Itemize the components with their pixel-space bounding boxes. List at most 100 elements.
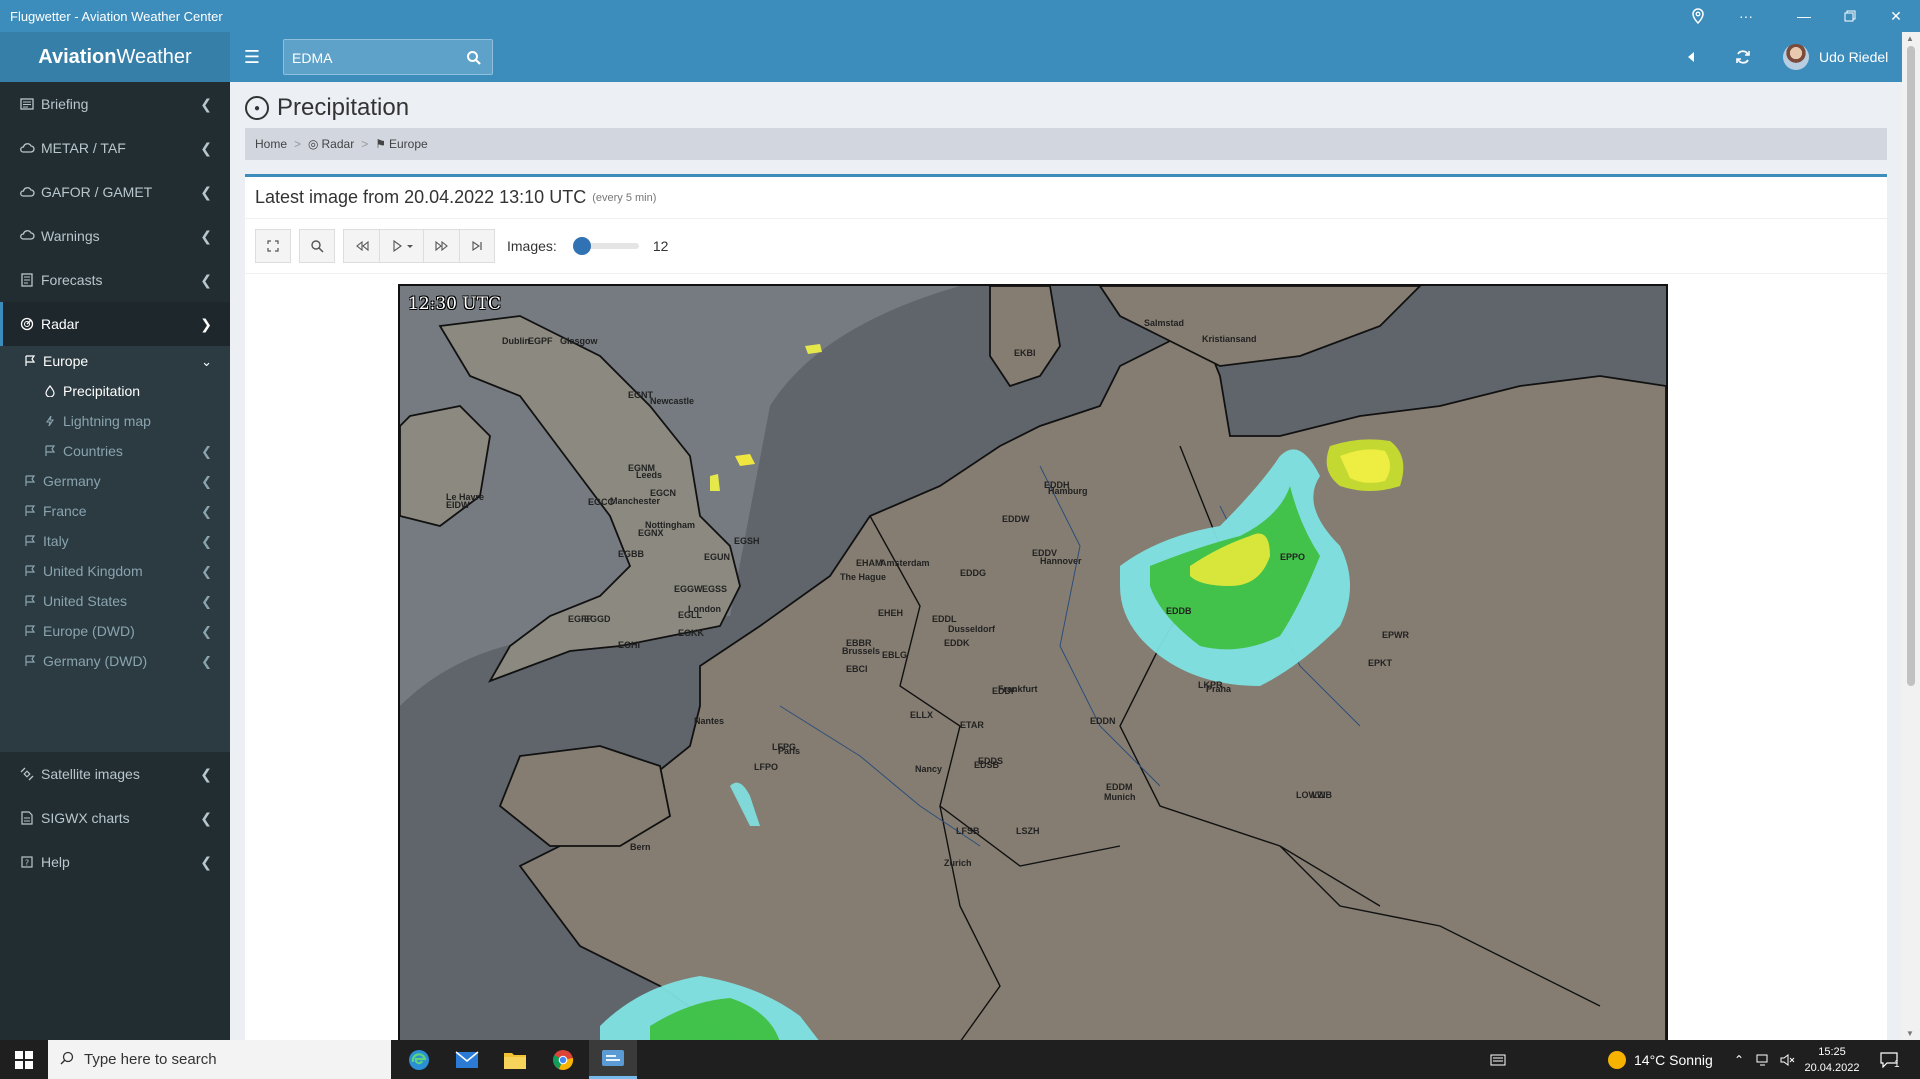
mail-icon[interactable] [443,1040,491,1079]
breadcrumb-radar[interactable]: Radar [322,137,355,151]
hamburger-menu-icon[interactable]: ☰ [240,44,264,70]
sidebar-item-radar[interactable]: Radar ❯ [0,302,230,346]
sidebar-item-countries[interactable]: Countries ❮ [0,436,230,466]
chevron-left-icon: ❮ [200,228,212,244]
refresh-icon[interactable] [1730,44,1756,70]
sidebar-item-germany[interactable]: Germany ❮ [0,466,230,496]
rewind-button[interactable] [343,229,379,263]
main-content: ● Precipitation Home > ◎ Radar > ⚑ Europ… [230,82,1902,1040]
map-label: ELLX [910,710,934,720]
sidebar-item-label: Help [41,854,70,870]
flag-icon [22,595,38,607]
scroll-down-icon[interactable]: ▼ [1906,1029,1914,1038]
chrome-icon[interactable] [539,1040,587,1079]
sidebar-item-help[interactable]: ? Help ❮ [0,840,230,884]
location-pin-icon[interactable] [1676,0,1720,32]
sidebar-item-label: Warnings [41,228,100,244]
search-input[interactable] [292,48,452,68]
search-box [283,39,493,75]
images-count: 12 [652,238,669,254]
chevron-left-icon: ❮ [200,854,212,870]
windows-start-icon[interactable] [0,1040,48,1079]
map-label: ETAR [960,720,984,730]
app-logo[interactable]: Aviation Weather [0,32,230,82]
file-explorer-icon[interactable] [491,1040,539,1079]
zoom-button[interactable] [299,229,335,263]
flag-icon [22,565,38,577]
sidebar-item-label: Europe [43,353,89,369]
scroll-up-icon[interactable]: ▲ [1906,34,1914,43]
minimize-button[interactable]: — [1782,0,1826,32]
forecast-icon [19,272,35,288]
sidebar-item-germany-dwd[interactable]: Germany (DWD) ❮ [0,646,230,676]
map-label: EGKK [678,628,705,638]
speaker-muted-icon[interactable] [1780,1040,1796,1079]
fullscreen-button[interactable] [255,229,291,263]
map-label: EDDW [1002,514,1030,524]
flugwetter-app-icon[interactable] [589,1040,637,1079]
radar-map[interactable]: 12:30 UTC EGPF Glasgow EGNT Newcastle EGNM Le… [398,284,1668,1040]
sidebar-item-france[interactable]: France ❮ [0,496,230,526]
sidebar-item-briefing[interactable]: Briefing ❮ [0,82,230,126]
sidebar-item-precipitation[interactable]: Precipitation [0,376,230,406]
map-label: LFPO [754,762,778,772]
flag-icon [22,505,38,517]
breadcrumb-separator: > [361,137,369,151]
collapse-left-icon[interactable] [1678,44,1704,70]
edge-icon[interactable] [395,1040,443,1079]
close-button[interactable]: ✕ [1874,0,1918,32]
sidebar-item-united-kingdom[interactable]: United Kingdom ❮ [0,556,230,586]
sidebar-item-label: France [43,503,87,519]
sidebar-item-europe[interactable]: Europe ⌄ [0,346,230,376]
rewind-icon [355,241,369,251]
sidebar-item-sigwx-charts[interactable]: SIGWX charts ❮ [0,796,230,840]
sidebar-item-label: Countries [63,443,123,459]
sidebar-item-italy[interactable]: Italy ❮ [0,526,230,556]
map-label: The Hague [840,572,887,582]
keyboard-icon[interactable] [1490,1040,1506,1079]
restore-button[interactable] [1828,0,1872,32]
map-label: Salmstad [1144,318,1185,328]
sidebar-item-satellite-images[interactable]: Satellite images ❮ [0,752,230,796]
skip-end-button[interactable] [459,229,495,263]
breadcrumb-home[interactable]: Home [255,137,287,151]
sidebar-item-label: Satellite images [41,766,140,782]
breadcrumb-europe[interactable]: Europe [389,137,428,151]
map-label: EGCN [650,488,677,498]
images-slider[interactable] [572,237,639,255]
notification-icon[interactable]: 1 [1880,1040,1900,1079]
user-menu[interactable]: Udo Riedel [1783,43,1888,71]
sidebar-item-europe-dwd[interactable]: Europe (DWD) ❮ [0,616,230,646]
chevron-up-icon[interactable]: ⌃ [1734,1040,1744,1079]
chevron-left-icon: ❮ [201,654,212,669]
sidebar-item-united-states[interactable]: United States ❮ [0,586,230,616]
search-icon [311,240,324,253]
taskbar-weather[interactable]: 14°C Sonnig [1608,1040,1713,1079]
cloud-icon [19,140,35,156]
taskbar-clock[interactable]: 15:25 20.04.2022 [1804,1044,1860,1076]
map-label: EGUN [704,552,731,562]
scrollbar-thumb[interactable] [1907,46,1915,686]
map-label: Amsterdam [880,558,930,568]
map-label: EGBB [618,549,645,559]
slider-handle[interactable] [572,237,591,255]
precipitation-icon [42,385,58,397]
play-button[interactable] [379,229,423,263]
sidebar-item-gafor-gamet[interactable]: GAFOR / GAMET ❮ [0,170,230,214]
more-options-icon[interactable]: ··· [1724,0,1768,32]
flag-icon [22,355,38,367]
sidebar-item-warnings[interactable]: Warnings ❮ [0,214,230,258]
chevron-left-icon: ❮ [200,810,212,826]
sidebar-item-forecasts[interactable]: Forecasts ❮ [0,258,230,302]
vertical-scrollbar[interactable]: ▲ ▼ [1902,32,1920,1040]
sidebar-item-lightning-map[interactable]: Lightning map [0,406,230,436]
sidebar-item-metar-taf[interactable]: METAR / TAF ❮ [0,126,230,170]
map-label: Newcastle [650,396,695,406]
search-icon[interactable] [466,50,482,66]
map-label: Nancy [915,764,943,774]
notification-count: 1 [1894,1059,1900,1070]
flag-icon [22,625,38,637]
fast-forward-button[interactable] [423,229,459,263]
taskbar-search[interactable]: Type here to search [48,1040,391,1079]
network-icon[interactable] [1756,1040,1770,1079]
